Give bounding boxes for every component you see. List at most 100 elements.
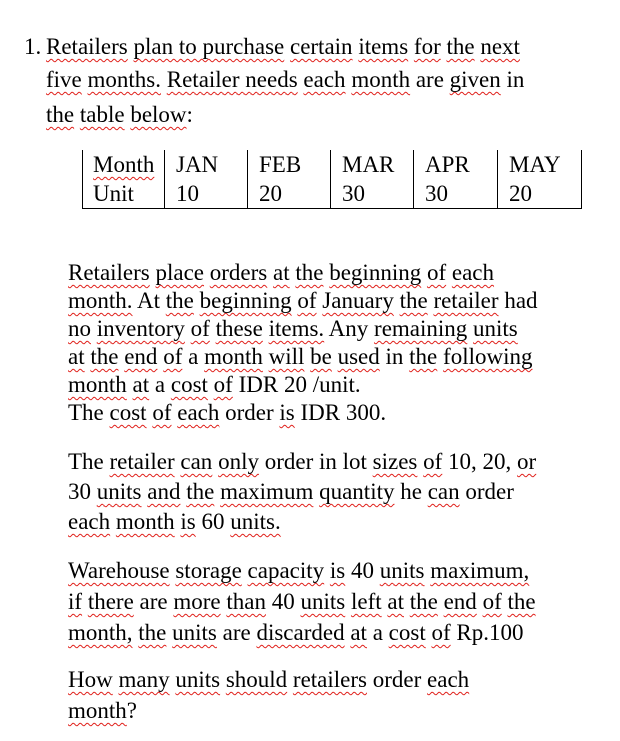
misspelled-word: if: [68, 589, 83, 614]
misspelled-word: units: [300, 589, 346, 614]
table-header-label: Month: [82, 150, 165, 179]
table-header-cell: APR: [413, 150, 498, 179]
misspelled-word: used: [337, 344, 380, 369]
table-header-cell: MAR: [330, 150, 414, 179]
misspelled-word: items.: [268, 316, 325, 341]
misspelled-word: the: [90, 344, 119, 369]
paragraph-3-line: Warehouse storage capacity is 40 units m…: [68, 557, 529, 585]
table-cell: 30: [413, 179, 498, 209]
misspelled-word: Retailers: [68, 260, 150, 285]
misspelled-word: is: [279, 400, 295, 425]
misspelled-word: units: [172, 620, 217, 645]
misspelled-word: plan to purchase: [133, 34, 285, 59]
misspelled-word: at: [132, 372, 150, 397]
misspelled-word: cost: [109, 400, 147, 425]
paragraph-3-line: if there are more than 40 units left at …: [68, 588, 536, 616]
misspelled-word: or: [517, 449, 537, 474]
paragraph-1-line: month at a cost of IDR 20 /unit.: [68, 371, 361, 399]
misspelled-word: at: [387, 589, 404, 614]
paragraph-2-line: each month is 60 units.: [68, 508, 281, 536]
misspelled-word: can: [180, 449, 213, 474]
table-header-cell: MAY: [497, 150, 582, 179]
misspelled-word: certain: [289, 34, 353, 59]
text-run: order: [459, 479, 514, 504]
misspelled-word: table: [79, 102, 125, 127]
text-run: had: [498, 288, 538, 313]
text-run: At: [132, 288, 166, 313]
paragraph-3-line: month, the units are discarded at a cost…: [68, 619, 524, 647]
misspelled-word: cost: [170, 372, 208, 397]
misspelled-word: at: [68, 344, 85, 369]
misspelled-word: each: [303, 67, 346, 92]
misspelled-word: retailer: [109, 449, 175, 474]
misspelled-word: the: [165, 288, 194, 313]
misspelled-word: quantity: [319, 479, 395, 504]
misspelled-word: end: [443, 589, 477, 614]
misspelled-word: should: [225, 667, 288, 692]
paragraph-1-line: The cost of each order is IDR 300.: [68, 399, 386, 427]
text-run: are: [133, 589, 174, 614]
misspelled-word: left: [350, 589, 382, 614]
misspelled-word: retailers: [292, 667, 367, 692]
intro-line: Retailers plan to purchase certain items…: [46, 33, 520, 61]
misspelled-word: be: [310, 344, 332, 369]
misspelled-word: units.: [230, 509, 281, 534]
table-row-label: Unit: [82, 179, 165, 209]
text-run: The: [68, 449, 110, 474]
table-cell: 20: [247, 179, 331, 209]
table-row: Unit 10 20 30 30 20: [82, 179, 582, 209]
misspelled-word: can: [427, 479, 460, 504]
misspelled-word: only: [218, 449, 259, 474]
misspelled-word: the: [507, 589, 536, 614]
misspelled-word: orders: [209, 260, 268, 285]
misspelled-word: month: [204, 344, 263, 369]
misspelled-word: remaining: [374, 316, 468, 341]
misspelled-word: units: [175, 667, 221, 692]
misspelled-word: Warehouse: [68, 558, 170, 583]
misspelled-word: beginning: [329, 260, 422, 285]
misspelled-word: given: [449, 67, 501, 92]
misspelled-word: units: [473, 316, 518, 341]
misspelled-word: beginning: [199, 288, 292, 313]
misspelled-word: is: [329, 558, 346, 583]
text-run: are: [216, 620, 257, 645]
misspelled-word: capacity: [247, 558, 325, 583]
text-run: Any: [324, 316, 375, 341]
misspelled-word: month: [115, 509, 175, 534]
misspelled-word: the: [409, 589, 438, 614]
paragraph-4-line: month?: [68, 697, 137, 725]
text-run: in: [500, 67, 525, 92]
misspelled-word: the: [409, 344, 438, 369]
misspelled-word: and: [147, 479, 181, 504]
demand-table: Month JAN FEB MAR APR MAY Unit 10 20 30 …: [82, 150, 582, 209]
misspelled-word: the: [446, 34, 475, 59]
misspelled-word: these: [215, 316, 263, 341]
misspelled-word: Retailer needs: [166, 67, 298, 92]
text-run: order in lot: [258, 449, 373, 474]
text-run: order: [367, 667, 428, 692]
misspelled-word: at: [350, 620, 367, 645]
misspelled-word: Retailers: [46, 34, 128, 59]
intro-line: the table below:: [46, 101, 193, 129]
misspelled-word: of: [190, 316, 210, 341]
misspelled-word: the: [399, 288, 428, 313]
misspelled-word: maximum,: [430, 558, 530, 583]
misspelled-word: will: [268, 344, 305, 369]
misspelled-word: next: [480, 34, 520, 59]
text-run: IDR 300.: [294, 400, 387, 425]
misspelled-word: of: [213, 372, 233, 397]
misspelled-word: following: [443, 344, 533, 369]
paragraph-1-line: Retailers place orders at the beginning …: [68, 259, 494, 287]
misspelled-word: many: [118, 667, 170, 692]
text-run: 30: [68, 479, 97, 504]
text-run: a: [366, 620, 389, 645]
text-run: 40: [345, 558, 380, 583]
misspelled-word: How: [68, 667, 113, 692]
misspelled-word: each: [177, 400, 220, 425]
misspelled-word: of: [297, 288, 317, 313]
paragraph-4-line: How many units should retailers order ea…: [68, 666, 469, 694]
misspelled-word: of: [431, 620, 451, 645]
misspelled-word: the: [186, 479, 215, 504]
text-run: Rp.100: [450, 620, 524, 645]
misspelled-word: months.: [87, 67, 161, 92]
